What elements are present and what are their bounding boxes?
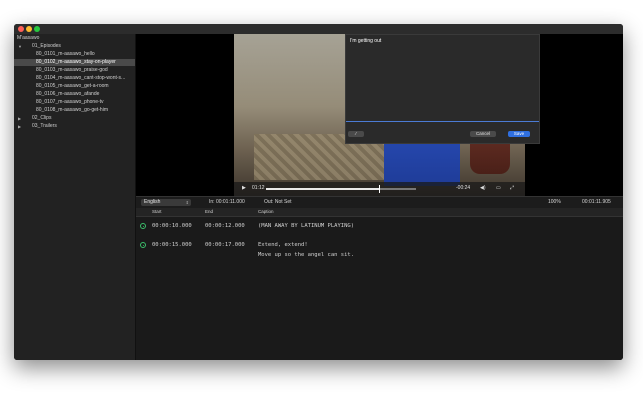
sidebar-group-label: 01_Episodes xyxy=(32,43,61,49)
caption-text: Extend, extend! xyxy=(258,242,308,248)
caption-text-input[interactable]: I'm getting out xyxy=(350,38,381,44)
caption-start: 00:00:10.000 xyxy=(152,223,192,229)
sidebar-root-label: M'aasawo xyxy=(17,35,40,41)
column-header-caption[interactable]: Caption xyxy=(258,209,274,214)
video-player[interactable]: ▶ 01:12 -00:24 ◀) ▭ ⤢ I'm getting out ⁄ … xyxy=(136,34,623,196)
sidebar-item-label: 80_0102_m-aasawo_stay-on-player xyxy=(36,59,116,65)
sidebar-item-episode[interactable]: 80_0108_m-aasawo_go-get-him xyxy=(14,107,135,114)
sidebar-item-label: 80_0105_m-aasawo_get-a-room xyxy=(36,83,109,89)
sidebar-item-episode[interactable]: 80_0104_m-aasawo_cant-stop-wont-s... xyxy=(14,75,135,82)
caption-options-icon: ⁄ xyxy=(355,131,357,136)
sidebar-item-label: 80_0107_m-aasawo_phone-tv xyxy=(36,99,104,105)
caption-end: 00:00:17.000 xyxy=(205,242,245,248)
timeline-scrubber[interactable] xyxy=(266,185,416,193)
timeline-playhead[interactable] xyxy=(378,185,380,193)
sidebar-item-episode[interactable]: 80_0103_m-aasawo_praise-god xyxy=(14,67,135,74)
caption-end: 00:00:12.000 xyxy=(205,223,245,229)
sidebar-item-label: 80_0101_m-aasawo_hello xyxy=(36,51,95,57)
disclosure-collapsed-icon[interactable]: ▶ xyxy=(18,123,21,130)
zoom-level: 100% xyxy=(548,199,561,205)
sidebar-item-label: 80_0104_m-aasawo_cant-stop-wont-s... xyxy=(36,75,126,81)
sidebar-item-label: 80_0108_m-aasawo_go-get-him xyxy=(36,107,108,113)
cancel-button[interactable]: Cancel xyxy=(470,131,496,137)
sidebar-root[interactable]: M'aasawo xyxy=(14,35,135,42)
caption-start: 00:00:15.000 xyxy=(152,242,192,248)
column-header-start[interactable]: Start xyxy=(152,209,162,214)
play-icon[interactable]: ▶ xyxy=(242,185,246,191)
sidebar-group-trailers[interactable]: ▶ 03_Trailers xyxy=(14,123,135,130)
volume-icon[interactable]: ◀) xyxy=(480,185,486,191)
sidebar-item-episode[interactable]: 80_0107_m-aasawo_phone-tv xyxy=(14,99,135,106)
sidebar-group-label: 03_Trailers xyxy=(32,123,57,129)
sidebar-item-label: 80_0106_m-aasawo_afande xyxy=(36,91,100,97)
sidebar-group-clips[interactable]: ▶ 02_Clips xyxy=(14,115,135,122)
player-controls: ▶ 01:12 -00:24 ◀) ▭ ⤢ xyxy=(234,182,525,196)
sidebar-item-episode[interactable]: 80_0106_m-aasawo_afande xyxy=(14,91,135,98)
project-sidebar: M'aasawo ▼ 01_Episodes 80_0101_m-aasawo_… xyxy=(14,34,136,360)
close-window-button[interactable] xyxy=(18,26,24,32)
captions-table: Start End Caption 00:00:10.000 00:00:12.… xyxy=(136,208,623,360)
minimize-window-button[interactable] xyxy=(26,26,32,32)
sidebar-group-label: 02_Clips xyxy=(32,115,52,121)
title-bar xyxy=(14,24,623,34)
sidebar-item-label: 80_0103_m-aasawo_praise-god xyxy=(36,67,108,73)
out-point: Out: Not Set xyxy=(264,199,292,205)
fullscreen-icon[interactable]: ⤢ xyxy=(510,185,514,191)
app-window: M'aasawo ▼ 01_Episodes 80_0101_m-aasawo_… xyxy=(14,24,623,360)
disclosure-collapsed-icon[interactable]: ▶ xyxy=(18,115,21,122)
sidebar-group-episodes[interactable]: ▼ 01_Episodes xyxy=(14,43,135,50)
caption-options-button[interactable]: ⁄ xyxy=(348,131,364,137)
remaining-time: -00:24 xyxy=(456,185,471,191)
column-header-end[interactable]: End xyxy=(205,209,213,214)
timeline-progress xyxy=(266,188,379,190)
current-time: 01:12 xyxy=(252,185,265,191)
caption-row[interactable]: 00:00:15.000 00:00:17.000 Extend, extend… xyxy=(136,240,623,270)
save-button[interactable]: Save xyxy=(508,131,530,137)
screen-mode-icon[interactable]: ▭ xyxy=(496,185,501,191)
editor-focus-line xyxy=(346,121,539,122)
in-point: In: 00:01:11.000 xyxy=(209,199,245,205)
chevron-up-down-icon: ⇕ xyxy=(185,200,189,205)
captions-table-header: Start End Caption xyxy=(136,208,623,217)
maximize-window-button[interactable] xyxy=(34,26,40,32)
total-duration: 00:01:11.905 xyxy=(582,199,611,205)
caption-text: Move up so the angel can sit. xyxy=(258,252,355,258)
timing-info-bar: English ⇕ In: 00:01:11.000 Out: Not Set … xyxy=(136,196,623,208)
sidebar-item-episode[interactable]: 80_0105_m-aasawo_get-a-room xyxy=(14,83,135,90)
language-select[interactable]: English ⇕ xyxy=(141,199,191,206)
caption-text: (MAN AWAY BY LATINUM PLAYING) xyxy=(258,223,355,229)
sidebar-item-episode[interactable]: 80_0101_m-aasawo_hello xyxy=(14,51,135,58)
disclosure-expanded-icon[interactable]: ▼ xyxy=(18,43,22,50)
caption-status-icon[interactable] xyxy=(140,223,146,229)
caption-status-icon[interactable] xyxy=(140,242,146,248)
caption-editor-popover: I'm getting out ⁄ Cancel Save xyxy=(345,34,540,144)
language-select-value: English xyxy=(144,199,161,205)
sidebar-item-episode-selected[interactable]: 80_0102_m-aasawo_stay-on-player xyxy=(14,59,135,66)
